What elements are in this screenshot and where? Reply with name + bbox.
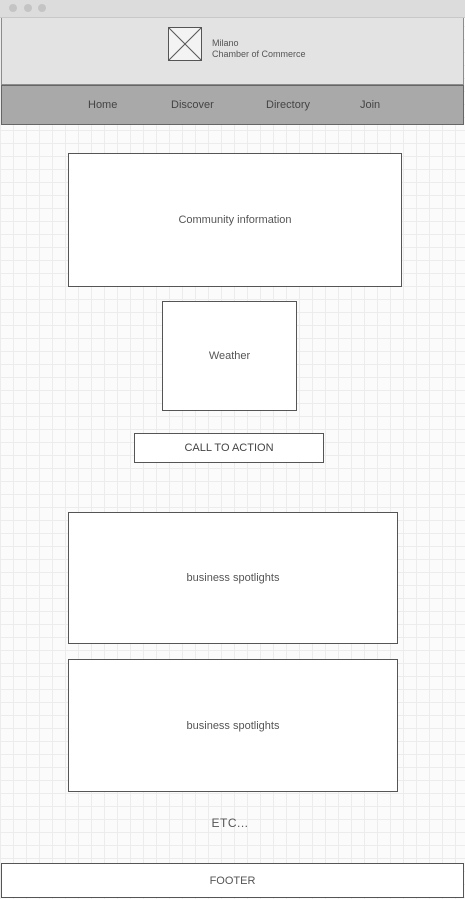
brand-name: Milano Chamber of Commerce — [212, 38, 306, 60]
window-titlebar — [0, 0, 465, 18]
weather-widget: Weather — [162, 301, 297, 411]
image-placeholder-icon[interactable] — [168, 27, 202, 61]
call-to-action-button[interactable]: CALL TO ACTION — [134, 433, 324, 463]
window-maximize-button[interactable] — [38, 4, 46, 12]
etc-placeholder: ETC... — [211, 816, 249, 830]
logo-placeholder-cross — [168, 27, 202, 61]
brand-line-org: Chamber of Commerce — [212, 49, 306, 59]
brand-line-city: Milano — [212, 38, 239, 48]
nav-item-discover[interactable]: Discover — [171, 86, 214, 124]
nav-item-home[interactable]: Home — [88, 86, 117, 124]
main-nav: Home Discover Directory Join — [1, 85, 464, 125]
business-spotlight-label: business spotlights — [186, 719, 280, 732]
site-footer: FOOTER — [1, 863, 464, 898]
footer-label: FOOTER — [209, 874, 256, 887]
community-information-panel: Community information — [68, 153, 402, 287]
nav-item-join[interactable]: Join — [360, 86, 380, 124]
call-to-action-label: CALL TO ACTION — [184, 442, 274, 454]
business-spotlight-card[interactable]: business spotlights — [68, 659, 398, 792]
window-close-button[interactable] — [9, 4, 17, 12]
business-spotlight-card[interactable]: business spotlights — [68, 512, 398, 644]
nav-item-directory[interactable]: Directory — [266, 86, 310, 124]
community-information-label: Community information — [178, 214, 292, 226]
weather-label: Weather — [208, 350, 251, 362]
window-minimize-button[interactable] — [24, 4, 32, 12]
business-spotlight-label: business spotlights — [186, 572, 280, 584]
